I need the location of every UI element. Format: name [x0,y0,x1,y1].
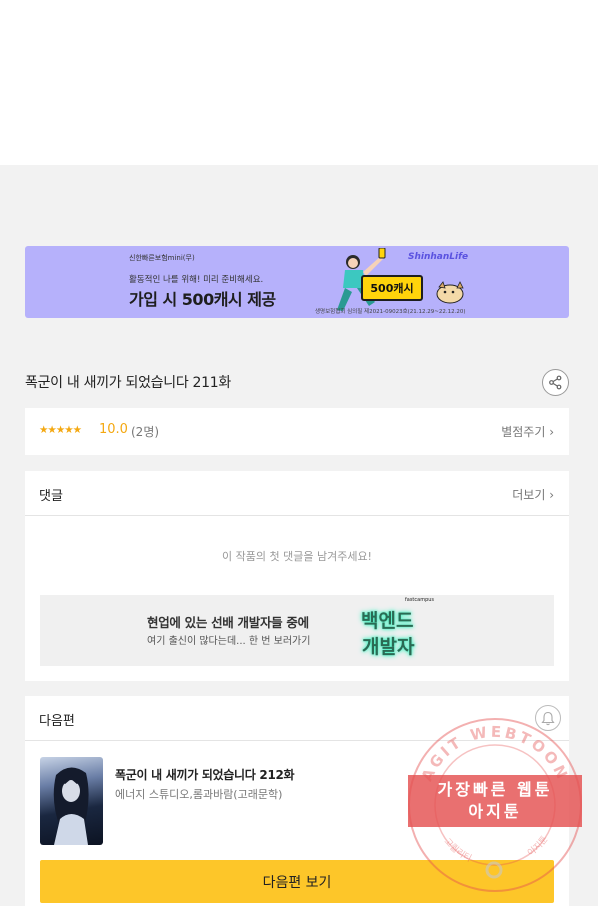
shinhanlife-logo: ShinhanLife [408,252,469,262]
comments-label: 댓글 [39,489,63,504]
cash-badge: 500캐시 [361,275,423,301]
top-blank-area [0,0,598,165]
banner-brand: 신한빠른보험mini(무) [129,254,195,262]
comments-empty-text: 이 작품의 첫 댓글을 남겨주세요! [222,550,372,563]
dog-illustration [436,281,464,304]
next-episode-header: 다음편 [25,696,569,741]
bell-icon [541,711,555,725]
rating-stars: ★★★★★ [39,424,82,436]
ad-big-text-backend: 백엔드 [361,610,414,632]
banner-headline: 가입 시 500캐시 제공 [129,290,276,309]
insurance-banner-ad[interactable]: 신한빠른보험mini(무) 활동적인 나를 위해! 미리 준비해세요. 가입 시… [25,246,569,318]
comments-header: 댓글 더보기 › [25,471,569,516]
banner-fine-print: 생명보험협회 심의필 제2021-09023호(21.12.29~22.12.2… [315,309,466,315]
ad-big-text-developer: 개발자 [362,636,415,658]
give-rating-link[interactable]: 별점주기 › [501,423,554,440]
next-episode-title[interactable]: 폭군이 내 새끼가 되었습니다 212화 [115,766,295,783]
rating-count: (2명) [131,425,160,439]
comments-more-link[interactable]: 더보기 › [512,486,554,503]
notification-button[interactable] [535,705,561,731]
character-thumbnail-art [53,767,89,845]
next-episode-thumbnail[interactable] [40,757,103,845]
fastcampus-logo: fastcampus [405,597,435,603]
banner-subtitle: 활동적인 나를 위해! 미리 준비해세요. [129,275,264,285]
comments-card: 댓글 더보기 › 이 작품의 첫 댓글을 남겨주세요! 현업에 있는 선배 개발… [25,471,569,681]
fastcampus-banner-ad[interactable]: 현업에 있는 선배 개발자들 중에 여기 출신이 많다는데... 한 번 보러가… [40,595,554,666]
share-button[interactable] [542,369,569,396]
next-episode-label: 다음편 [39,714,75,729]
rating-card: ★★★★★ 10.0 (2명) 별점주기 › [25,408,569,455]
share-icon [549,375,562,390]
ad-line-1: 현업에 있는 선배 개발자들 중에 [147,615,309,630]
view-next-episode-button[interactable]: 다음편 보기 [40,860,554,903]
rating-score: 10.0 [99,422,128,437]
next-episode-card: 다음편 폭군이 내 새끼가 되었습니다 212화 에너지 스튜디오,롬과바람(고… [25,696,569,906]
ad-line-2: 여기 출신이 많다는데... 한 번 보러가기 [147,636,311,647]
episode-title: 폭군이 내 새끼가 되었습니다 211화 [25,375,231,391]
next-episode-author: 에너지 스튜디오,롬과바람(고래문학) [115,788,283,801]
